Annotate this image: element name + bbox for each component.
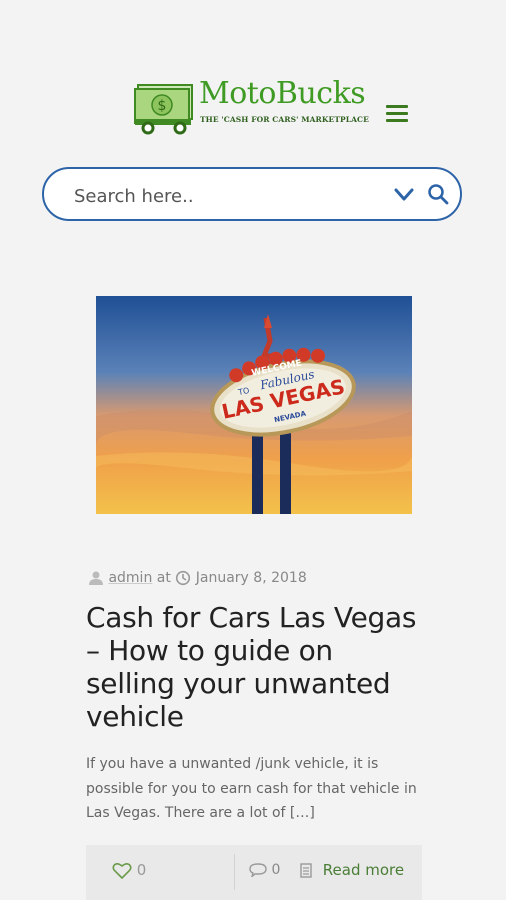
read-more-label: Read more	[322, 861, 405, 879]
comment-count: 0	[271, 862, 281, 878]
read-more-link[interactable]: Read more	[300, 861, 404, 879]
search-bar	[42, 167, 462, 221]
post-title[interactable]: Cash for Cars Las Vegas – How to guide o…	[86, 601, 426, 733]
comment-icon	[249, 863, 267, 879]
like-count: 0	[136, 861, 147, 879]
like-button[interactable]: 0	[112, 861, 146, 880]
user-icon	[89, 571, 103, 585]
chevron-down-icon[interactable]	[394, 187, 414, 203]
post-date: January 8, 2018	[195, 570, 307, 586]
comments-link[interactable]: 0	[249, 862, 281, 879]
heart-icon	[112, 862, 132, 879]
document-icon	[300, 863, 312, 878]
footer-divider	[234, 854, 235, 890]
hamburger-menu-icon[interactable]	[386, 105, 408, 123]
money-car-logo-icon: $	[134, 84, 193, 135]
post-featured-image[interactable]: WELCOME TO Fabulous LAS VEGAS NEVADA	[96, 296, 412, 514]
logo-title: MotoBucks	[199, 76, 366, 111]
post-excerpt: If you have a unwanted /junk vehicle, it…	[86, 756, 417, 821]
post-author-link[interactable]: admin	[108, 570, 152, 586]
svg-text:$: $	[158, 98, 167, 114]
post-meta: admin at January 8, 2018	[88, 570, 307, 586]
post-at-text: at	[156, 570, 171, 586]
search-input[interactable]	[72, 182, 376, 210]
logo-subtitle: THE 'CASH FOR CARS' MARKETPLACE	[200, 115, 369, 124]
site-logo[interactable]: $ MotoBucks THE 'CASH FOR CARS' MARKETPL…	[133, 77, 378, 137]
search-icon[interactable]	[427, 183, 449, 205]
clock-icon	[176, 570, 191, 586]
post-footer-bar: 0 0 Read more	[86, 845, 422, 900]
